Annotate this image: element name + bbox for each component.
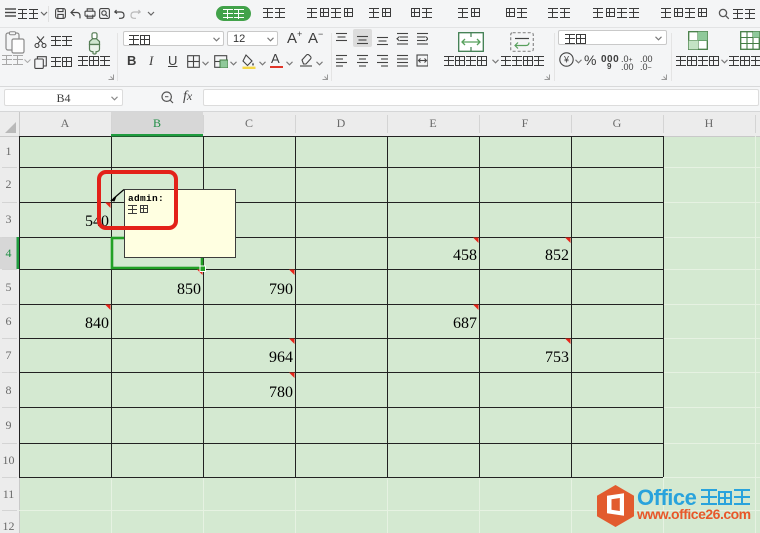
svg-text:¥: ¥ [563, 55, 570, 65]
